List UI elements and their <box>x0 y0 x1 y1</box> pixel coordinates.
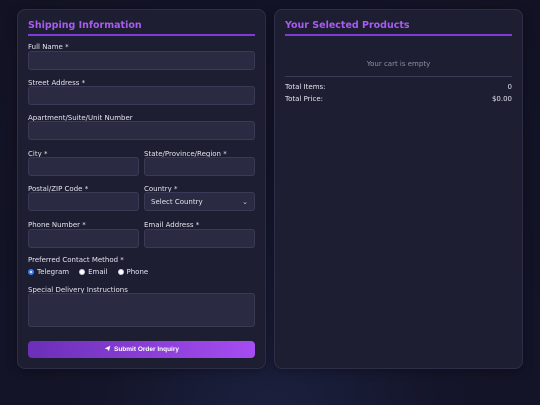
empty-cart-message: Your cart is empty <box>366 60 431 68</box>
country-select[interactable]: Select Country ⌄ <box>144 192 255 211</box>
country-select-value: Select Country <box>151 197 203 206</box>
full-name-label: Full Name * <box>28 43 69 51</box>
street-address-input[interactable] <box>28 86 255 105</box>
total-price-row: Total Price: $0.00 <box>285 95 512 103</box>
radio-icon[interactable] <box>117 269 124 275</box>
cart-divider <box>285 76 512 77</box>
email-label: Email Address * <box>144 221 200 229</box>
submit-order-label: Submit Order Inquiry <box>113 346 179 353</box>
total-price-label: Total Price: <box>285 95 324 103</box>
phone-label: Phone Number * <box>28 221 86 229</box>
submit-order-button[interactable]: Submit Order Inquiry <box>28 341 255 358</box>
shipping-panel-title: Shipping Information <box>28 20 255 36</box>
apartment-input[interactable] <box>28 121 255 140</box>
phone-input[interactable] <box>28 229 139 248</box>
total-price-value: $0.00 <box>491 95 512 103</box>
contact-method-group: Telegram Email Phone <box>28 268 148 276</box>
products-panel-title: Your Selected Products <box>285 20 512 36</box>
city-input[interactable] <box>28 157 139 176</box>
selected-products-panel: Your Selected Products Your cart is empt… <box>274 9 523 369</box>
total-items-label: Total Items: <box>285 83 326 91</box>
contact-option-email[interactable]: Email <box>79 268 108 276</box>
contact-option-phone[interactable]: Phone <box>117 268 149 276</box>
chevron-down-icon: ⌄ <box>242 197 248 206</box>
contact-option-telegram[interactable]: Telegram <box>28 268 69 276</box>
shipping-information-panel: Shipping Information Full Name * Street … <box>17 9 266 369</box>
contact-option-label: Phone <box>126 268 149 276</box>
contact-method-label: Preferred Contact Method * <box>28 256 124 264</box>
email-input[interactable] <box>144 229 255 248</box>
full-name-input[interactable] <box>28 51 255 70</box>
contact-option-label: Email <box>88 268 108 276</box>
radio-selected-icon[interactable] <box>28 269 34 275</box>
radio-icon[interactable] <box>79 269 86 275</box>
paper-plane-icon <box>104 345 111 354</box>
zip-input[interactable] <box>28 192 139 211</box>
contact-option-label: Telegram <box>37 268 70 276</box>
total-items-value: 0 <box>507 83 512 91</box>
state-input[interactable] <box>144 157 255 176</box>
total-items-row: Total Items: 0 <box>285 83 512 91</box>
instructions-textarea[interactable] <box>28 293 255 327</box>
